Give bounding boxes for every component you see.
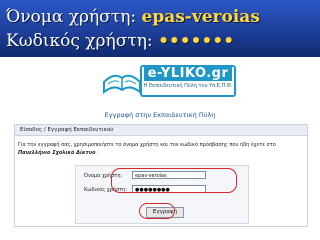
panel-heading: Είσοδος / Εγγραφή Εκπαιδευτικού <box>15 125 307 136</box>
page-title: Εγγραφή στην Εκπαιδευτική Πύλη <box>104 111 216 119</box>
book-icon <box>103 74 141 95</box>
instructions-text: Για την εγγραφή σας, χρησιμοποιήστε το ό… <box>18 142 276 156</box>
header-password-label: Κωδικός χρήστη: <box>6 31 153 51</box>
header-password-value: ••••••• <box>158 31 235 51</box>
header-username-value: epas-veroias <box>141 7 260 27</box>
slide-header: Όνομα χρήστη: epas-veroias Κωδικός χρήστ… <box>0 0 320 57</box>
credentials-highlight <box>111 168 237 193</box>
header-username-line: Όνομα χρήστη: epas-veroias <box>6 7 260 27</box>
header-password-line: Κωδικός χρήστη: ••••••• <box>6 31 234 51</box>
e-yliko-logo: e-YLIKO.gr Η Εκπαιδευτική Πύλη του Υπ.Ε.… <box>102 64 236 98</box>
logo-wordmark: e-YLIKO.gr <box>144 66 232 81</box>
button-highlight <box>139 203 175 219</box>
header-username-label: Όνομα χρήστη: <box>6 7 137 27</box>
instructions-body: Για την εγγραφή σας, χρησιμοποιήστε το ό… <box>18 142 276 148</box>
network-name: Πανελλήνιο Σχολικό Δίκτυο <box>18 150 96 156</box>
logo-tagline: Η Εκπαιδευτική Πύλη του Υπ.Ε.Π.Θ. <box>143 83 233 89</box>
